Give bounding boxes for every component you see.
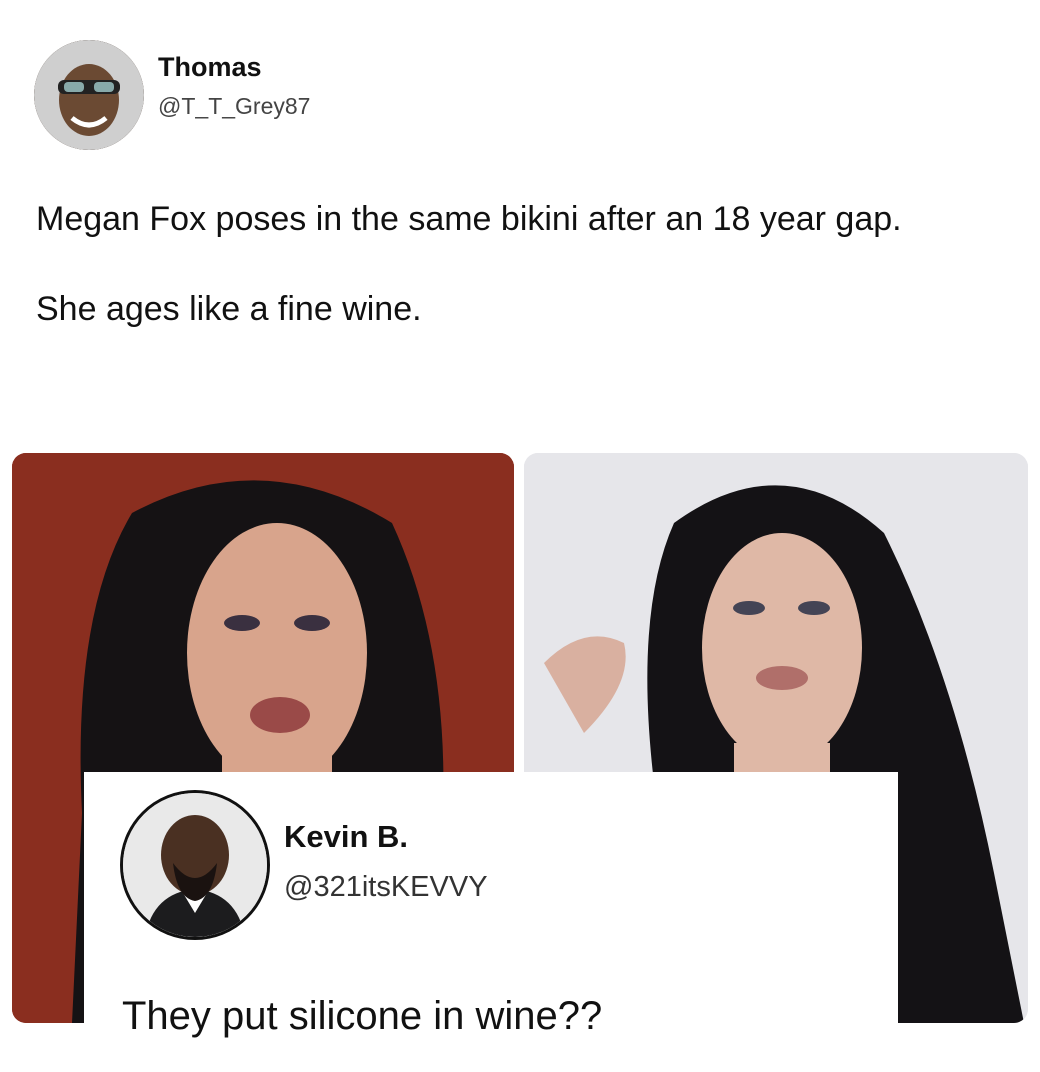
- author-name[interactable]: Thomas: [158, 52, 310, 83]
- user-avatar-icon: [34, 40, 144, 150]
- thomas-avatar[interactable]: [34, 40, 144, 150]
- reply-text: They put silicone in wine??: [122, 994, 603, 1038]
- reply-author-name[interactable]: Kevin B.: [284, 819, 488, 855]
- tweet-text-line-1: Megan Fox poses in the same bikini after…: [36, 200, 902, 238]
- user-avatar-icon: [123, 793, 267, 937]
- kevin-avatar[interactable]: [120, 790, 270, 940]
- reply-card[interactable]: Kevin B. @321itsKEVVY They put silicone …: [84, 772, 898, 1072]
- reply-author-handle[interactable]: @321itsKEVVY: [284, 871, 488, 904]
- tweet-header: Thomas @T_T_Grey87: [34, 40, 310, 150]
- reply-header: Kevin B. @321itsKEVVY: [120, 790, 488, 940]
- tweet-text-line-2: She ages like a fine wine.: [36, 290, 422, 328]
- tweet-body: Megan Fox poses in the same bikini after…: [36, 196, 996, 332]
- author-handle[interactable]: @T_T_Grey87: [158, 93, 310, 120]
